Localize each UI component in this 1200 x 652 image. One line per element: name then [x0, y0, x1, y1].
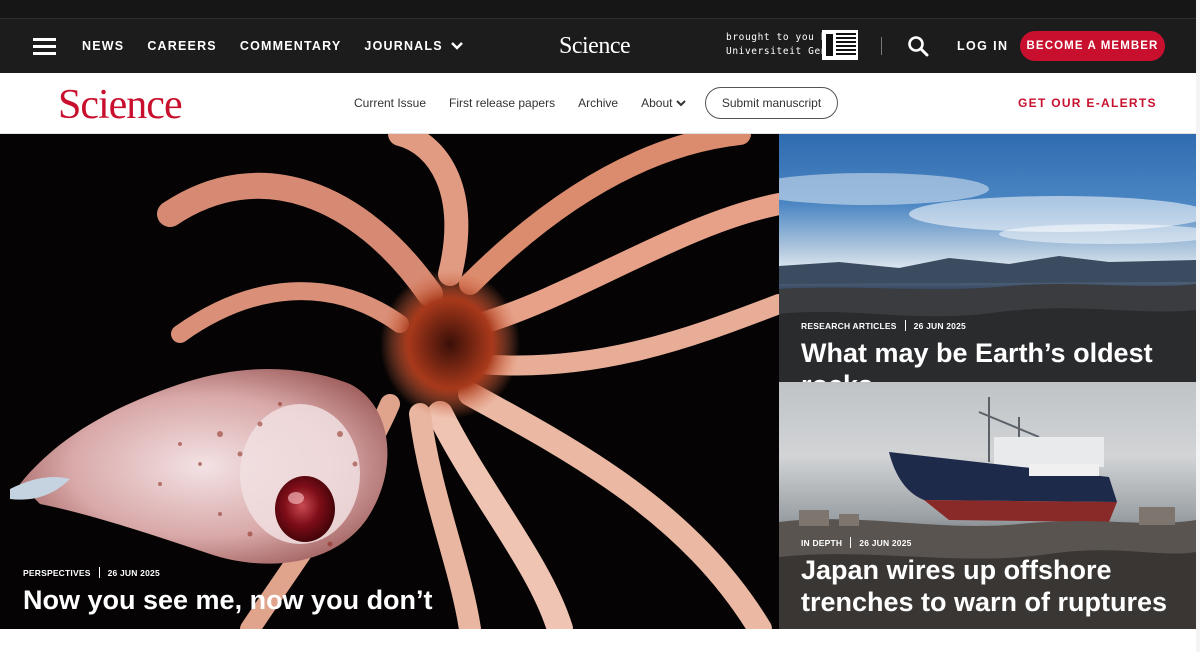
feature-story-japan[interactable]: IN DEPTH 26 JUN 2025 Japan wires up offs…	[779, 382, 1196, 629]
chevron-down-icon	[450, 42, 463, 50]
feature-headline[interactable]: Now you see me, now you don’t	[23, 584, 433, 616]
top-nav-links: NEWS CAREERS COMMENTARY JOURNALS	[82, 39, 486, 53]
feature-story-main[interactable]: PERSPECTIVES 26 JUN 2025 Now you see me,…	[0, 134, 779, 629]
current-issue-link[interactable]: Current Issue	[354, 96, 426, 110]
become-member-button[interactable]: BECOME A MEMBER	[1020, 31, 1165, 61]
divider	[881, 37, 882, 55]
sponsor-line-1: brought to you by	[726, 32, 834, 43]
article-meta: RESEARCH ARTICLES 26 JUN 2025	[801, 320, 1196, 331]
top-strip	[0, 0, 1196, 19]
login-link[interactable]: LOG IN	[957, 39, 1008, 53]
top-navigation-bar: NEWS CAREERS COMMENTARY JOURNALS Science…	[0, 0, 1196, 73]
science-brand-link[interactable]: Science	[559, 33, 631, 60]
sponsor-line-2: Universiteit Gent	[726, 46, 834, 57]
feature-caption: IN DEPTH 26 JUN 2025 Japan wires up offs…	[801, 537, 1191, 618]
feature-headline[interactable]: Japan wires up offshore trenches to warn…	[801, 554, 1191, 618]
page-bottom	[0, 629, 1196, 652]
nav-careers[interactable]: CAREERS	[147, 39, 217, 53]
journal-subnav: Science Current Issue First release pape…	[0, 73, 1196, 134]
feature-caption: RESEARCH ARTICLES 26 JUN 2025 What may b…	[801, 320, 1196, 382]
section-label[interactable]: RESEARCH ARTICLES	[801, 321, 897, 331]
article-meta: IN DEPTH 26 JUN 2025	[801, 537, 1191, 548]
search-icon[interactable]	[907, 35, 929, 57]
about-label: About	[641, 96, 673, 110]
section-label[interactable]: PERSPECTIVES	[23, 568, 91, 578]
feature-story-rocks[interactable]: RESEARCH ARTICLES 26 JUN 2025 What may b…	[779, 134, 1196, 382]
first-release-link[interactable]: First release papers	[449, 96, 555, 110]
nav-journals-label: JOURNALS	[364, 39, 443, 53]
article-date: 26 JUN 2025	[913, 320, 966, 331]
about-menu[interactable]: About	[641, 96, 687, 110]
article-date: 26 JUN 2025	[107, 567, 160, 578]
squid-image	[0, 134, 779, 629]
university-logo	[822, 30, 858, 60]
article-date: 26 JUN 2025	[859, 537, 912, 548]
section-label[interactable]: IN DEPTH	[801, 538, 842, 548]
feature-caption: PERSPECTIVES 26 JUN 2025 Now you see me,…	[23, 567, 433, 616]
sponsor-text: brought to you by Universiteit Gent	[726, 31, 833, 59]
nav-commentary[interactable]: COMMENTARY	[240, 39, 342, 53]
scroll-gutter	[1196, 0, 1200, 652]
feature-headline[interactable]: What may be Earth’s oldest rocks	[801, 337, 1196, 382]
nav-journals[interactable]: JOURNALS	[364, 39, 463, 53]
article-meta: PERSPECTIVES 26 JUN 2025	[23, 567, 433, 578]
submit-manuscript-button[interactable]: Submit manuscript	[705, 87, 838, 119]
e-alerts-link[interactable]: GET OUR E-ALERTS	[1018, 96, 1157, 110]
science-logo[interactable]: Science	[58, 81, 183, 129]
journal-links: Current Issue First release papers Archi…	[354, 96, 709, 110]
archive-link[interactable]: Archive	[578, 96, 618, 110]
nav-news[interactable]: NEWS	[82, 39, 124, 53]
menu-icon[interactable]	[33, 38, 56, 55]
chevron-down-icon	[676, 100, 687, 107]
